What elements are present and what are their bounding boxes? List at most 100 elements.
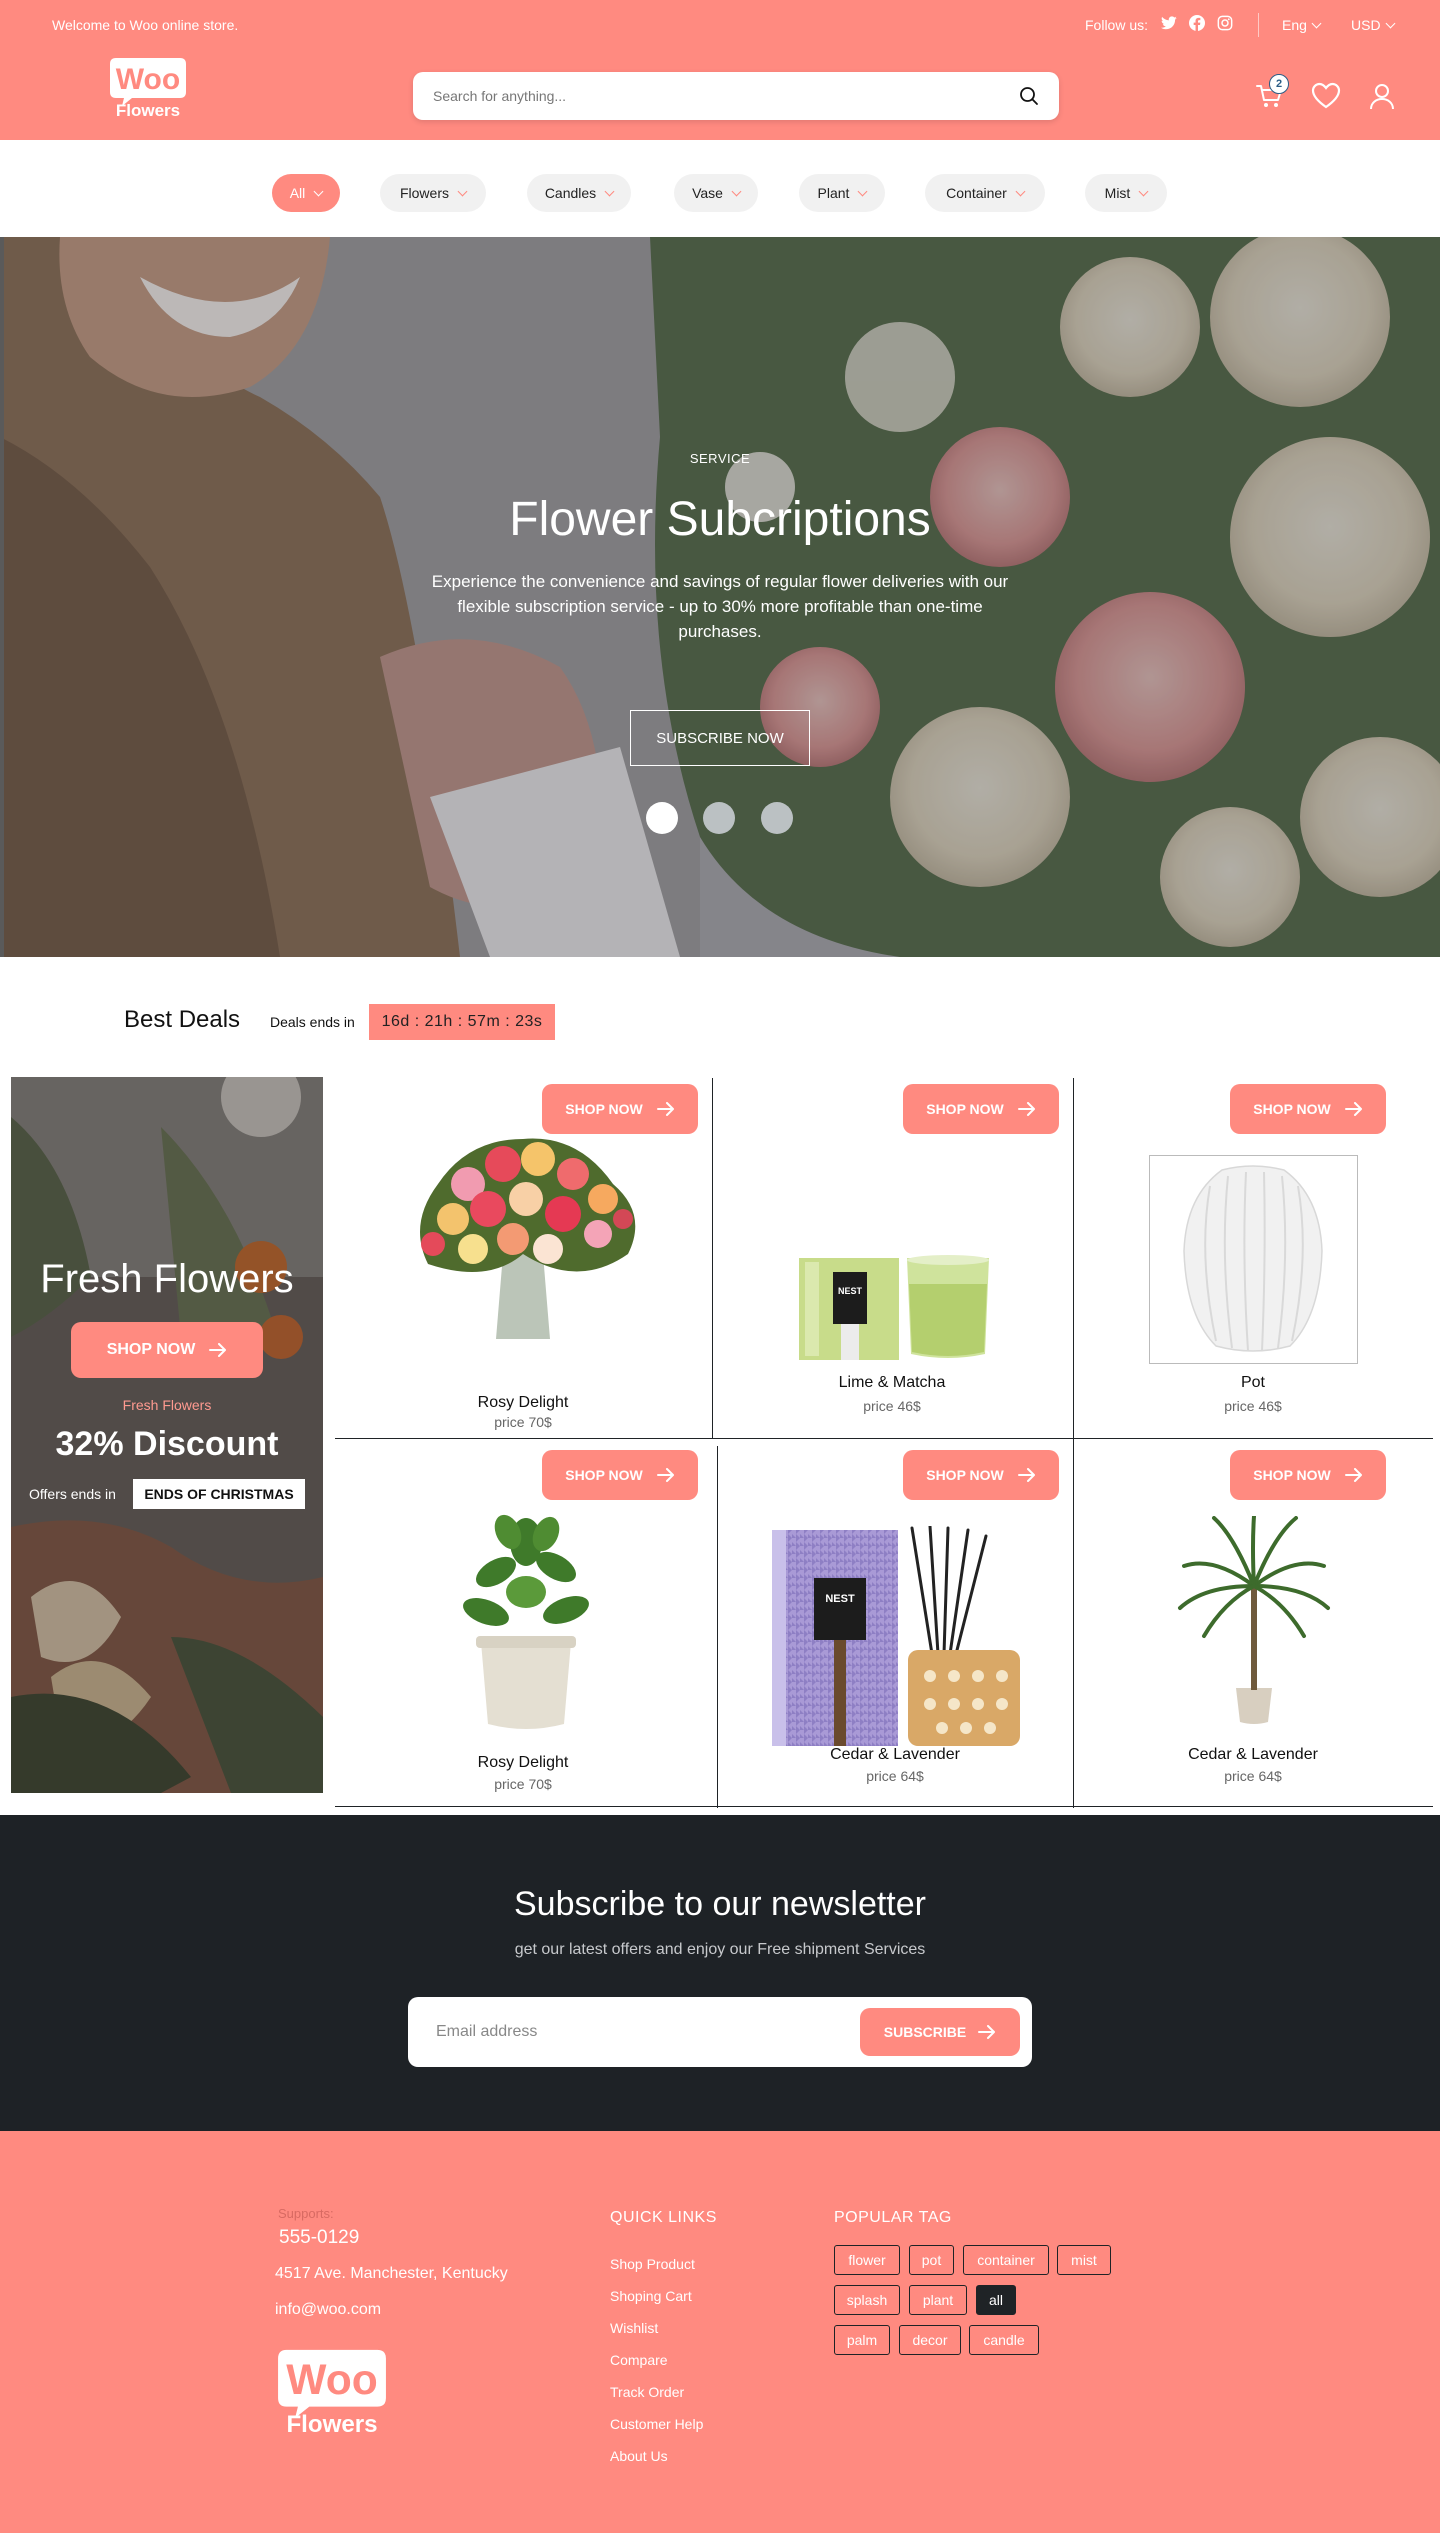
shop-now-button[interactable]: SHOP NOW [903, 1084, 1059, 1134]
carousel-dot-1[interactable] [646, 802, 678, 834]
popular-tag-title: POPULAR TAG [834, 2209, 952, 2226]
support-email[interactable]: info@woo.com [275, 2301, 381, 2319]
chevron-down-icon [1385, 18, 1396, 28]
button-label: SHOP NOW [565, 1467, 643, 1483]
category-pill-mist[interactable]: Mist [1085, 174, 1167, 212]
footer-link-compare[interactable]: Compare [610, 2352, 668, 2368]
currency-value: USD [1351, 17, 1381, 33]
divider [1258, 13, 1259, 37]
follow-label: Follow us: [1085, 17, 1149, 33]
cart-button[interactable]: 2 [1253, 74, 1289, 112]
product-card[interactable]: SHOP NOW Rosy Delight price 70$ [336, 1446, 710, 1804]
button-label: SHOP NOW [1253, 1467, 1331, 1483]
product-name: Cedar & Lavender [830, 1746, 960, 1763]
tag-container[interactable]: container [963, 2245, 1049, 2275]
product-price: price 64$ [1224, 1768, 1282, 1784]
search-icon[interactable] [1019, 86, 1039, 106]
shop-now-button[interactable]: SHOP NOW [1230, 1084, 1386, 1134]
category-pill-flowers[interactable]: Flowers [380, 174, 486, 212]
product-price: price 46$ [863, 1398, 921, 1414]
category-nav: All Flowers Candles Vase Plant Container… [0, 140, 1440, 237]
supports-label: Supports: [278, 2206, 334, 2221]
tag-flower[interactable]: flower [834, 2245, 900, 2275]
subscribe-button[interactable]: SUBSCRIBE [860, 2008, 1020, 2056]
arrow-right-icon [209, 1343, 227, 1357]
chevron-down-icon [731, 186, 742, 196]
product-name: Rosy Delight [477, 1394, 569, 1411]
welcome-text: Welcome to Woo online store. [52, 17, 239, 33]
product-card[interactable]: SHOP NOW Rosy Delight price 70$ [336, 1078, 710, 1436]
arrow-right-icon [978, 2025, 996, 2039]
category-pill-plant[interactable]: Plant [799, 174, 885, 212]
fresh-flowers-promo: Fresh Flowers SHOP NOW Fresh Flowers 32%… [11, 1077, 323, 1793]
product-price: price 46$ [1224, 1398, 1282, 1414]
category-pill-candles[interactable]: Candles [527, 174, 631, 212]
candle-brand: NEST [838, 1286, 863, 1296]
category-pill-vase[interactable]: Vase [674, 174, 758, 212]
shop-now-button[interactable]: SHOP NOW [542, 1450, 698, 1500]
arrow-right-icon [1017, 1102, 1035, 1116]
palm-plant-image [1178, 1516, 1330, 1724]
deals-ends-label: Deals ends in [270, 1014, 355, 1030]
promo-subtitle: Fresh Flowers [122, 1397, 212, 1413]
svg-text:Woo: Woo [116, 63, 180, 96]
product-card[interactable]: SHOP NOW NEST Lime & Matcha price 46$ [713, 1078, 1071, 1436]
tag-decor[interactable]: decor [899, 2325, 961, 2355]
tag-splash[interactable]: splash [834, 2285, 900, 2315]
promo-shop-now-button[interactable]: SHOP NOW [71, 1322, 263, 1378]
carousel-dot-3[interactable] [761, 802, 793, 834]
tag-plant[interactable]: plant [909, 2285, 967, 2315]
account-button[interactable] [1366, 80, 1398, 112]
store-address: 4517 Ave. Manchester, Kentucky [275, 2265, 508, 2282]
subscribe-now-button[interactable]: SUBSCRIBE NOW [630, 710, 810, 766]
product-name: Pot [1240, 1374, 1265, 1391]
newsletter-form: SUBSCRIBE [408, 1997, 1032, 2067]
tag-all[interactable]: all [976, 2285, 1016, 2315]
tag-palm[interactable]: palm [834, 2325, 890, 2355]
twitter-icon[interactable] [1160, 14, 1178, 32]
currency-select[interactable]: USD [1351, 17, 1396, 33]
category-pill-all[interactable]: All [272, 174, 340, 212]
facebook-icon[interactable] [1188, 14, 1206, 32]
category-label: Flowers [399, 185, 449, 201]
button-label: SUBSCRIBE [883, 2024, 967, 2040]
footer-link-customer-help[interactable]: Customer Help [610, 2416, 703, 2432]
instagram-icon[interactable] [1216, 14, 1234, 32]
button-label: SHOP NOW [1253, 1101, 1331, 1117]
tag-mist[interactable]: mist [1057, 2245, 1111, 2275]
tag-candle[interactable]: candle [969, 2325, 1039, 2355]
wishlist-button[interactable] [1310, 80, 1342, 112]
footer-logo[interactable]: Woo Flowers [275, 2347, 389, 2435]
footer-link-shop-product[interactable]: Shop Product [610, 2256, 695, 2272]
shop-now-button[interactable]: SHOP NOW [1230, 1450, 1386, 1500]
chevron-down-icon [1138, 186, 1149, 196]
top-bar: Welcome to Woo online store. Follow us: … [0, 0, 1440, 50]
shop-now-button[interactable]: SHOP NOW [903, 1450, 1059, 1500]
category-label: All [289, 185, 306, 201]
header: Woo Flowers 2 [0, 50, 1440, 140]
product-card[interactable]: SHOP NOW NEST Cedar & Lavender price 64$ [718, 1446, 1072, 1804]
language-select[interactable]: Eng [1282, 17, 1322, 33]
search-input[interactable] [433, 72, 993, 120]
tag-pot[interactable]: pot [909, 2245, 954, 2275]
carousel-dot-2[interactable] [703, 802, 735, 834]
category-pill-container[interactable]: Container [925, 174, 1045, 212]
product-card[interactable]: SHOP NOW Cedar & Lavender price 64$ [1074, 1446, 1432, 1804]
category-label: Container [946, 185, 1007, 201]
footer-link-about-us[interactable]: About Us [610, 2448, 668, 2464]
footer-link-track-order[interactable]: Track Order [610, 2384, 684, 2400]
support-phone[interactable]: 555-0129 [279, 2227, 359, 2249]
footer-link-shopping-cart[interactable]: Shoping Cart [610, 2288, 692, 2304]
newsletter-title: Subscribe to our newsletter [514, 1885, 926, 1923]
footer-link-wishlist[interactable]: Wishlist [610, 2320, 658, 2336]
product-price: price 70$ [494, 1414, 552, 1430]
product-card[interactable]: SHOP NOW Pot price 46$ [1074, 1078, 1432, 1436]
hero-description: Experience the convenience and savings o… [431, 572, 1009, 641]
email-input[interactable] [436, 1997, 836, 2067]
promo-offer-label: Offers ends in [29, 1486, 116, 1502]
vase-image [1183, 1165, 1323, 1352]
woo-flowers-logo[interactable]: Woo Flowers [108, 56, 188, 118]
search-bar [413, 72, 1059, 120]
product-image-frame [1149, 1155, 1358, 1364]
chevron-down-icon [313, 186, 324, 196]
